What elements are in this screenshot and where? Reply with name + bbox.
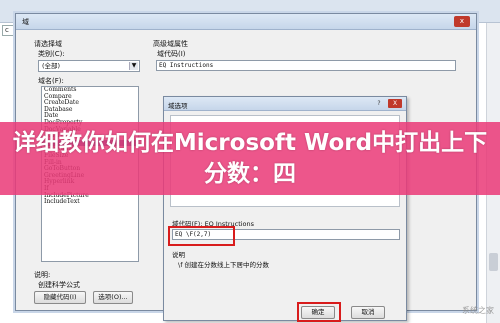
category-value: (全部) bbox=[42, 62, 61, 70]
banner-title: 详细教你如何在Microsoft Word中打出上下分数：四 bbox=[12, 130, 488, 187]
field-names-label: 域名(F): bbox=[38, 77, 64, 85]
watermark: 系统之家 bbox=[462, 306, 494, 315]
ok-highlight-box bbox=[297, 302, 341, 322]
list-item[interactable]: IncludeText bbox=[42, 198, 138, 206]
field-code-input[interactable]: EQ Instructions bbox=[156, 60, 456, 71]
hide-codes-button[interactable]: 隐藏代码(I) bbox=[34, 291, 86, 304]
description-label: 说明: bbox=[34, 271, 51, 279]
highlight-box bbox=[168, 226, 235, 246]
options-dialog-titlebar: 域选项 ? X bbox=[164, 97, 406, 111]
choose-field-label: 请选择域 bbox=[34, 40, 62, 48]
category-select[interactable]: (全部) ▼ bbox=[38, 60, 140, 72]
options-description-label: 说明 bbox=[172, 251, 185, 259]
description-text: 创建科学公式 bbox=[38, 281, 80, 289]
help-icon[interactable]: ? bbox=[374, 99, 384, 108]
options-description-text: \f 创建在分数线上下居中的分数 bbox=[178, 261, 270, 269]
field-dialog-title: 域 bbox=[22, 18, 29, 26]
field-code-label: 域代码(I) bbox=[157, 50, 186, 58]
cancel-button[interactable]: 取消 bbox=[351, 306, 385, 319]
category-label: 类别(C): bbox=[38, 50, 65, 58]
chevron-down-icon[interactable]: ▼ bbox=[129, 62, 138, 70]
close-icon[interactable]: x bbox=[454, 16, 470, 27]
advanced-properties-label: 高级域属性 bbox=[153, 40, 188, 48]
scrollbar-thumb[interactable] bbox=[489, 253, 498, 271]
options-dialog-title: 域选项 bbox=[168, 102, 188, 110]
options-button[interactable]: 选项(O)... bbox=[93, 291, 133, 304]
field-dialog-titlebar: 域 x bbox=[16, 14, 476, 30]
close-icon[interactable]: X bbox=[388, 99, 402, 108]
